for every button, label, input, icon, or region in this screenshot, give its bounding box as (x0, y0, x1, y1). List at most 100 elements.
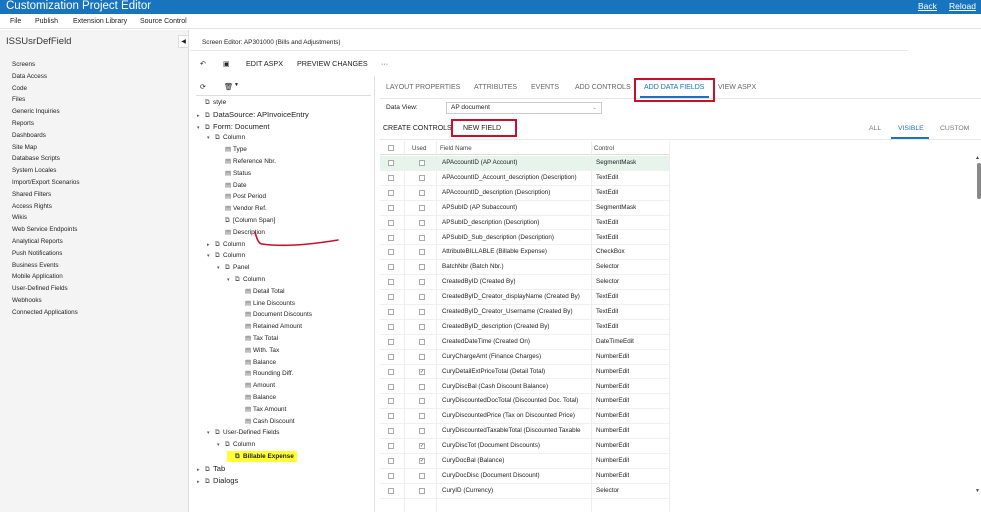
chevron-down-icon[interactable]: ▾ (217, 440, 225, 451)
nav-item-database-scripts[interactable]: Database Scripts (12, 153, 80, 165)
tree-node[interactable]: ▤ Reference Nbr. (217, 156, 276, 167)
row-select-checkbox[interactable] (388, 472, 394, 479)
tree-node[interactable]: ▾ ⧉ User-Defined Fields (207, 427, 279, 438)
used-checkbox[interactable] (419, 309, 425, 315)
nav-item-generic-inquiries[interactable]: Generic Inquiries (12, 106, 80, 118)
tab-attributes[interactable]: ATTRIBUTES (474, 84, 517, 91)
more-options-button[interactable]: ··· (381, 59, 388, 68)
nav-item-files[interactable]: Files (12, 94, 80, 106)
menu-source-control[interactable]: Source Control (140, 18, 187, 25)
edit-aspx-button[interactable]: EDIT ASPX (246, 59, 283, 68)
tree-node[interactable]: ▤ With. Tax (237, 345, 279, 356)
data-view-select[interactable]: AP document ⌄ (446, 102, 602, 114)
used-checkbox[interactable] (419, 353, 425, 360)
tree-node[interactable]: ▤ Detail Total (237, 286, 285, 297)
used-checkbox[interactable]: ✓ (419, 443, 425, 450)
nav-item-connected-applications[interactable]: Connected Applications (12, 307, 80, 319)
table-row[interactable]: CreatedByID_Creator_Username (Created By… (380, 305, 669, 320)
table-row[interactable]: AttributeBILLABLE (Billable Expense) Chec… (380, 245, 669, 261)
nav-item-webhooks[interactable]: Webhooks (12, 295, 80, 307)
row-select-checkbox[interactable] (388, 160, 394, 166)
nav-item-system-locales[interactable]: System Locales (12, 165, 80, 177)
row-select-checkbox[interactable] (388, 234, 394, 241)
table-row[interactable]: APSubID_description (Description) TextEdi… (380, 216, 669, 231)
back-link[interactable]: Back (918, 1, 937, 11)
row-select-checkbox[interactable] (388, 398, 394, 405)
tree-node[interactable]: ▾ ⧉ Panel (217, 262, 249, 273)
row-select-checkbox[interactable] (388, 323, 394, 330)
tree-node[interactable]: ▤ Post Period (217, 191, 266, 202)
tab-events[interactable]: EVENTS (531, 84, 559, 91)
tree-node[interactable]: ▤ Status (217, 168, 251, 179)
tree-node[interactable]: ▸ ⧉ Dialogs (197, 475, 238, 486)
table-row[interactable]: APAccountID (AP Account) SegmentMask (380, 156, 669, 171)
tree-node[interactable]: ▤ Tax Amount (237, 404, 286, 415)
table-row[interactable]: APSubID (AP Subaccount) SegmentMask (380, 201, 669, 216)
chevron-down-icon[interactable]: ▾ (207, 428, 215, 439)
nav-item-business-events[interactable]: Business Events (12, 260, 80, 272)
nav-item-import-export-scenarios[interactable]: Import/Export Scenarios (12, 177, 80, 189)
menu-publish[interactable]: Publish (35, 18, 58, 25)
row-select-checkbox[interactable] (388, 204, 394, 211)
tree-node[interactable]: ⧉ style (197, 97, 226, 108)
used-checkbox[interactable]: ✓ (419, 368, 425, 375)
used-checkbox[interactable] (419, 279, 425, 286)
nav-item-code[interactable]: Code (12, 83, 80, 95)
select-all-checkbox[interactable] (388, 145, 394, 151)
scroll-up-arrow[interactable]: ▲ (975, 155, 980, 161)
menu-file[interactable]: File (10, 18, 21, 25)
table-row[interactable]: BatchNbr (Batch Nbr.) Selector (380, 260, 669, 276)
used-checkbox[interactable] (419, 219, 425, 226)
row-select-checkbox[interactable] (388, 383, 394, 390)
chevron-right-icon[interactable]: ▸ (197, 477, 205, 488)
row-select-checkbox[interactable] (388, 174, 394, 181)
save-icon[interactable]: ▣ (223, 59, 230, 68)
tree-node[interactable]: ⧉ [Column Span] (217, 215, 275, 226)
table-row[interactable]: APAccountID_description (Description) Tex… (380, 186, 669, 201)
reload-link[interactable]: Reload (949, 1, 976, 11)
used-checkbox[interactable] (419, 294, 425, 301)
tree-node[interactable]: ▤ Balance (237, 357, 276, 368)
row-select-checkbox[interactable] (388, 443, 394, 450)
row-select-checkbox[interactable] (388, 338, 394, 345)
used-checkbox[interactable] (419, 160, 425, 166)
row-select-checkbox[interactable] (388, 428, 394, 435)
row-select-checkbox[interactable] (388, 458, 394, 464)
used-checkbox[interactable] (419, 487, 425, 494)
nav-item-reports[interactable]: Reports (12, 118, 80, 130)
preview-changes-button[interactable]: PREVIEW CHANGES (297, 59, 368, 68)
tree-node[interactable]: ▤ Tax Total (237, 333, 278, 344)
tree-node[interactable]: ▤ Description (217, 227, 265, 238)
chevron-down-icon[interactable]: ▾ (207, 133, 215, 144)
table-row[interactable]: CuryID (Currency) Selector (380, 484, 669, 499)
tree-node[interactable]: ▤ Date (217, 180, 247, 191)
tree-node[interactable]: ▤ Document Discounts (237, 309, 312, 320)
used-checkbox[interactable] (419, 398, 425, 405)
row-select-checkbox[interactable] (388, 368, 394, 375)
table-row[interactable]: CuryDiscBal (Cash Discount Balance) Numbe… (380, 380, 669, 395)
table-row[interactable]: ✓ CuryDiscTot (Document Discounts) NumberE… (380, 439, 669, 454)
used-checkbox[interactable] (419, 428, 425, 435)
refresh-icon[interactable]: ⟳ (200, 82, 206, 91)
used-checkbox[interactable] (419, 413, 425, 420)
row-select-checkbox[interactable] (388, 279, 394, 286)
tree-node[interactable]: ▤ Amount (237, 380, 275, 391)
create-controls-button[interactable]: CREATE CONTROLS (383, 125, 452, 132)
tree-node[interactable]: ▤ Vendor Ref. (217, 203, 267, 214)
table-row[interactable]: CuryDiscountedTaxableTotal (Discounted T… (380, 424, 669, 440)
table-row[interactable]: APAccountID_Account_description (Descrip… (380, 171, 669, 186)
row-select-checkbox[interactable] (388, 294, 394, 301)
used-checkbox[interactable]: ✓ (419, 458, 425, 464)
delete-icon[interactable]: 🗑 (224, 82, 233, 91)
tab-add-controls[interactable]: ADD CONTROLS (575, 84, 631, 91)
table-row[interactable]: CreatedByID_description (Created By) Text… (380, 320, 669, 335)
row-select-checkbox[interactable] (388, 189, 394, 196)
table-row[interactable]: CreatedByID (Created By) Selector (380, 275, 669, 291)
tree-node[interactable]: ▾ ⧉ Column (217, 439, 255, 450)
tree-node[interactable]: ▤ Type (217, 144, 247, 155)
used-checkbox[interactable] (419, 323, 425, 330)
nav-item-site-map[interactable]: Site Map (12, 142, 80, 154)
tree-node[interactable]: ▤ Rounding Diff. (237, 368, 293, 379)
collapse-panel-button[interactable]: ◀ (178, 35, 189, 48)
nav-item-mobile-application[interactable]: Mobile Application (12, 271, 80, 283)
